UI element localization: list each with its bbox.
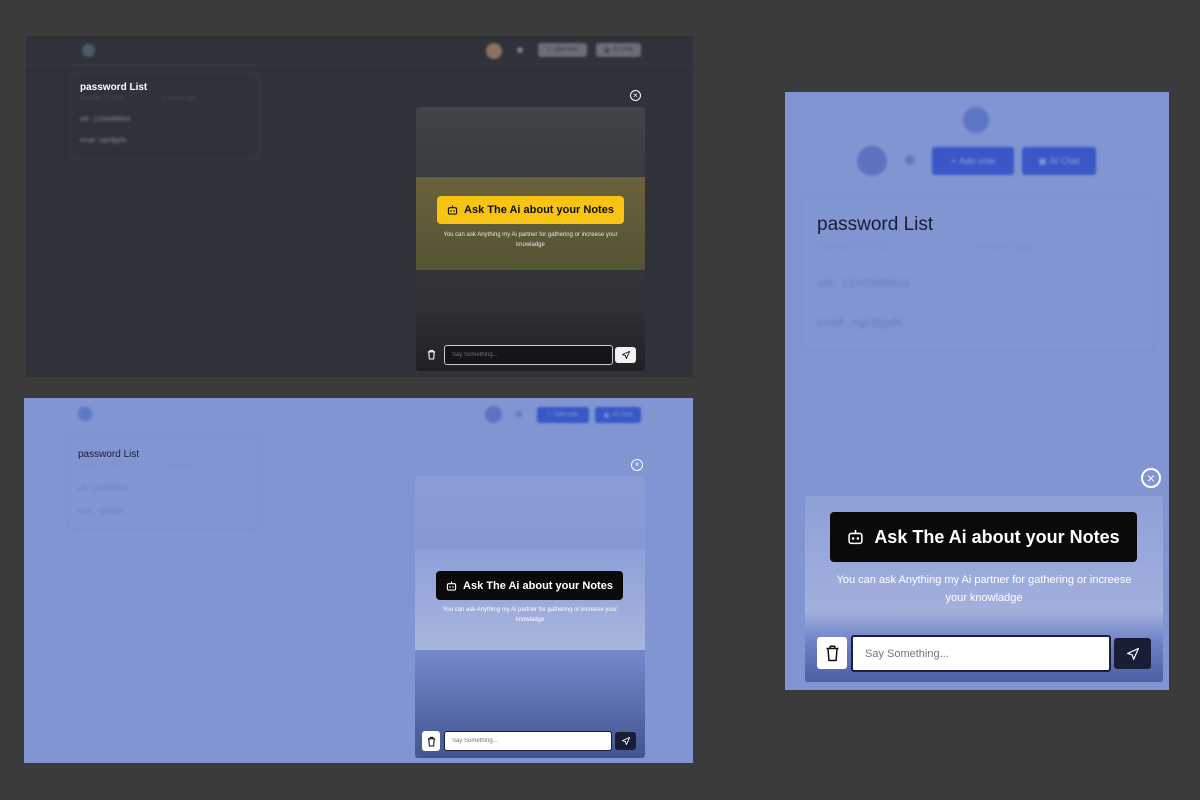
ai-chat-button[interactable]: ▣ AI Chat (1022, 147, 1096, 175)
logo-icon (78, 407, 92, 421)
note-date: Warmbi 27 2024 (78, 463, 122, 469)
ask-description: You can ask Anything my Ai partner for g… (442, 607, 618, 623)
plus-icon: + (547, 47, 551, 53)
note-date: Warmbi 27 2024 (80, 96, 124, 102)
chat-panel: Ask The Ai about your Notes You can ask … (805, 496, 1163, 682)
note-ago: a month ago (977, 242, 1033, 253)
say-something-input[interactable] (444, 731, 612, 751)
theme-toggle-icon[interactable] (517, 47, 523, 53)
add-note-button[interactable]: + Add note (538, 43, 587, 57)
close-circle-icon: × (634, 460, 640, 469)
say-something-input[interactable] (851, 635, 1111, 672)
clear-chat-button[interactable] (422, 731, 440, 751)
trash-icon (826, 645, 838, 662)
close-chat-button[interactable]: × (631, 459, 643, 471)
chat-icon: ▣ (1038, 155, 1047, 166)
chat-icon: ▣ (603, 412, 610, 419)
header-divider (26, 64, 693, 65)
logo-icon (963, 107, 989, 133)
note-title: password List (80, 82, 148, 93)
robot-icon (848, 529, 863, 545)
clear-chat-button[interactable] (423, 346, 439, 363)
close-chat-button[interactable]: × (630, 90, 641, 101)
avatar[interactable] (485, 406, 502, 423)
send-button[interactable] (615, 732, 636, 750)
note-title: password List (78, 449, 140, 460)
ai-chat-button[interactable]: ▣ AI Chat (596, 43, 641, 57)
note-line-email: email : ngkdfjgdfs (80, 138, 127, 144)
close-chat-button[interactable]: × (1141, 468, 1161, 488)
ai-chat-button[interactable]: ▣ AI Chat (595, 407, 641, 423)
avatar[interactable] (857, 146, 887, 176)
note-line-email: email : ngkdfjgdfs (78, 509, 125, 515)
theme-toggle-icon[interactable] (516, 411, 522, 417)
chat-panel: Ask The Ai about your Notes You can ask … (415, 476, 645, 758)
note-line-wifi: wifi : 12345999934 (80, 117, 131, 123)
send-icon (621, 737, 630, 745)
ask-description: You can ask Anything my Ai partner for g… (836, 574, 1132, 604)
robot-icon (447, 205, 458, 215)
theme-toggle-icon[interactable] (905, 155, 915, 165)
light-mobile-frame: + Add note ▣ AI Chat Warmbi 27 2024 a mont… (785, 92, 1169, 690)
note-line-wifi: wifi : 12345999934 (817, 278, 910, 290)
logo-icon (82, 44, 95, 57)
ask-ai-button[interactable]: Ask The Ai about your Notes (436, 571, 623, 600)
note-ago: a month ago (162, 96, 196, 102)
ask-ai-button[interactable]: Ask The Ai about your Notes (437, 196, 624, 224)
send-icon (621, 351, 630, 359)
trash-icon (427, 349, 435, 360)
note-date: Warmbi 27 2024 (817, 242, 890, 253)
note-line-email: email : ngkdfjgdfs (817, 317, 903, 329)
close-circle-icon: × (633, 90, 638, 100)
ask-description: You can ask Anything my Ai partner for g… (443, 232, 618, 248)
plus-icon: + (950, 156, 957, 166)
clear-chat-button[interactable] (817, 637, 847, 669)
ask-ai-button[interactable]: Ask The Ai about your Notes (830, 512, 1137, 562)
chat-icon: ▣ (604, 47, 610, 54)
add-note-button[interactable]: + Add note (537, 407, 589, 423)
light-desktop-frame: + Add note ▣ AI Chat Warmbi 27 2024 a mont… (24, 398, 693, 763)
plus-icon: + (547, 412, 552, 418)
send-icon (1126, 647, 1139, 660)
ask-section (415, 550, 645, 650)
robot-icon (446, 580, 457, 591)
dark-desktop-frame: + Add note ▣ AI Chat Warmbi 27 2024 a mont… (26, 36, 693, 377)
send-button[interactable] (1114, 638, 1151, 669)
add-note-button[interactable]: + Add note (932, 147, 1014, 175)
note-line-wifi: wifi : 12345999934 (78, 486, 129, 492)
close-circle-icon: × (1146, 470, 1156, 486)
trash-icon (427, 736, 435, 747)
chat-panel: Ask The Ai about your Notes You can ask … (416, 107, 645, 371)
send-button[interactable] (615, 347, 636, 363)
note-ago: a month ago (162, 463, 196, 469)
say-something-input[interactable] (444, 345, 613, 365)
avatar[interactable] (486, 43, 502, 59)
note-title: password List (817, 214, 934, 235)
